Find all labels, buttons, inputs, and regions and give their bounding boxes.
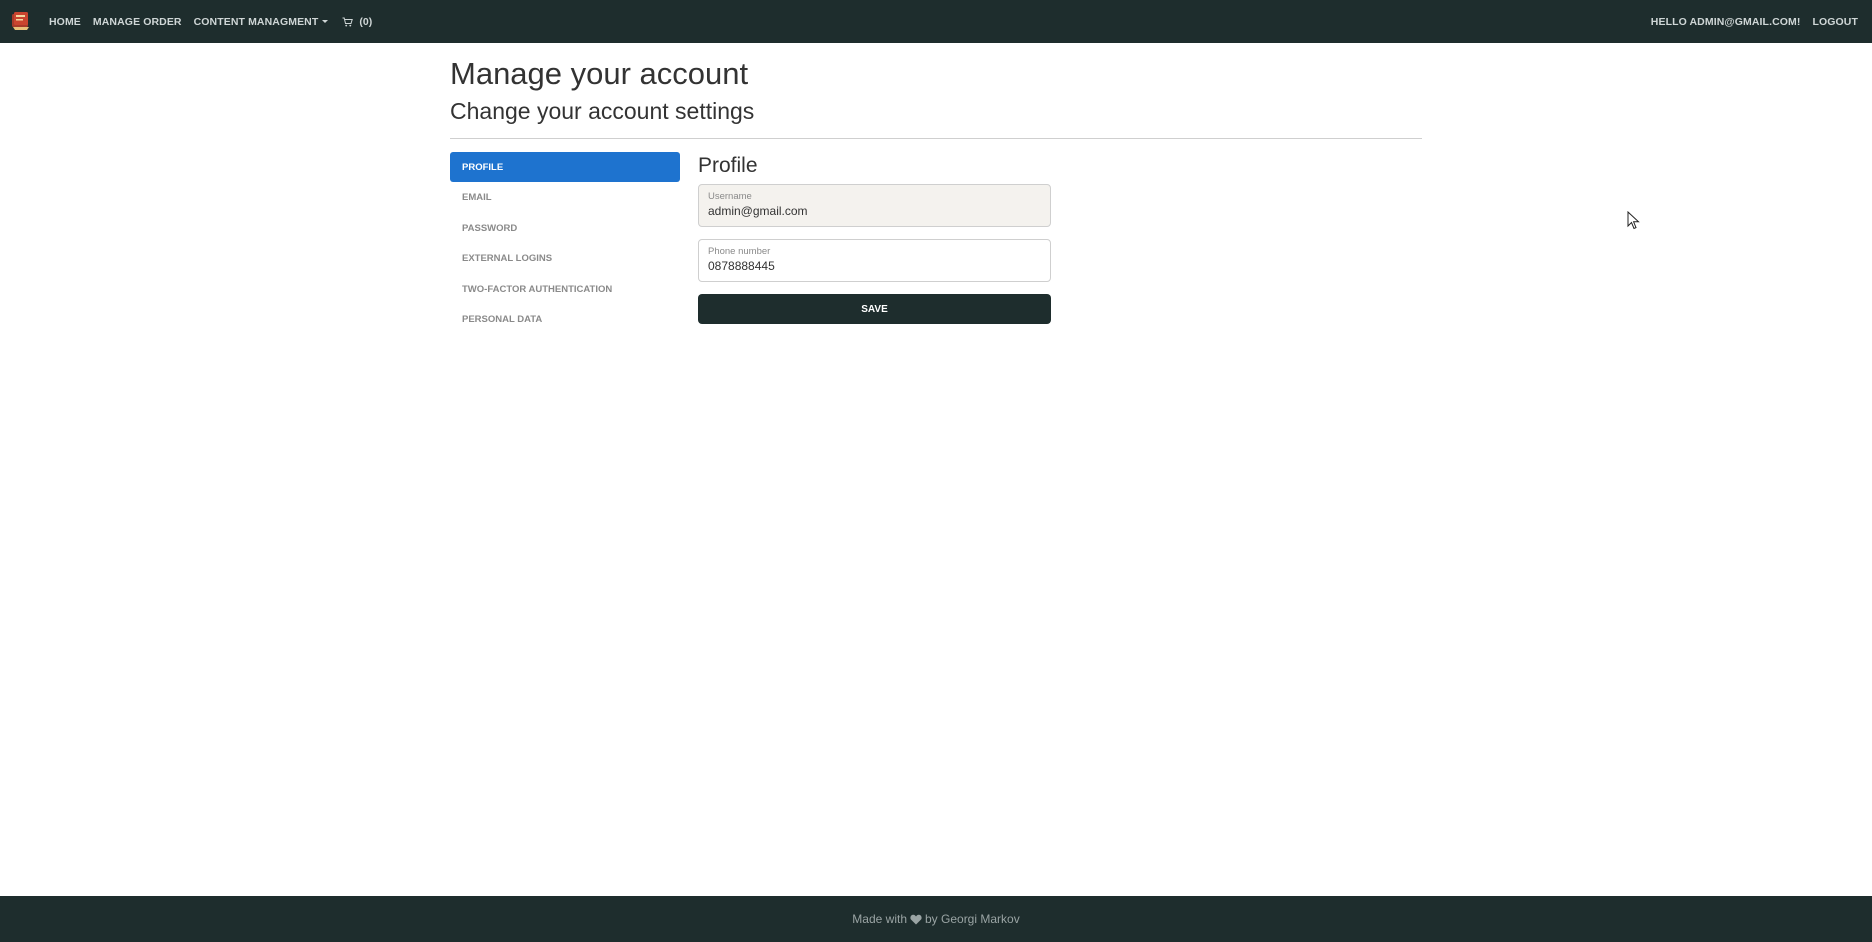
heart-icon — [910, 914, 922, 924]
page-title: Manage your account — [450, 56, 749, 91]
logout-link[interactable]: LOGOUT — [1812, 16, 1858, 28]
top-navbar: HOME MANAGE ORDER CONTENT MANAGMENT (0) … — [0, 0, 1872, 43]
cart-icon — [342, 17, 354, 26]
header-divider — [450, 138, 1422, 139]
caret-down-icon — [322, 20, 329, 24]
phone-number-input[interactable] — [708, 259, 1041, 273]
footer-text-before: Made with — [852, 912, 907, 926]
cart-count: (0) — [359, 15, 373, 28]
footer-text-after: by Georgi Markov — [925, 912, 1020, 926]
username-label: Username — [708, 191, 752, 202]
sidebar-item-email[interactable]: EMAIL — [450, 183, 680, 213]
footer: Made with by Georgi Markov — [0, 896, 1872, 942]
sidebar-item-password[interactable]: PASSWORD — [450, 213, 680, 243]
phone-number-label: Phone number — [708, 246, 771, 257]
save-button[interactable]: SAVE — [698, 294, 1051, 324]
account-sidebar: PROFILE EMAIL PASSWORD EXTERNAL LOGINS T… — [450, 152, 680, 335]
nav-content-management-dropdown[interactable]: CONTENT MANAGMENT — [194, 16, 335, 28]
mouse-pointer-icon — [1627, 211, 1640, 230]
sidebar-item-personal-data[interactable]: PERSONAL DATA — [450, 305, 680, 335]
nav-manage-order-link[interactable]: MANAGE ORDER — [93, 16, 188, 28]
user-greeting-link[interactable]: HELLO ADMIN@GMAIL.COM! — [1651, 16, 1801, 28]
book-logo-icon[interactable] — [10, 9, 32, 31]
page-subtitle: Change your account settings — [450, 98, 755, 124]
cart-link[interactable]: (0) — [342, 16, 372, 28]
nav-home-link[interactable]: HOME — [49, 16, 87, 28]
sidebar-item-profile[interactable]: PROFILE — [450, 152, 680, 182]
username-input[interactable] — [708, 204, 1041, 218]
sidebar-item-external-logins[interactable]: EXTERNAL LOGINS — [450, 244, 680, 274]
nav-content-management-label: CONTENT MANAGMENT — [193, 15, 319, 28]
username-field[interactable]: Username — [698, 184, 1051, 227]
profile-heading: Profile — [698, 154, 758, 177]
profile-form: Profile Username Phone number SAVE — [698, 153, 1051, 324]
phone-number-field[interactable]: Phone number — [698, 239, 1051, 282]
sidebar-item-two-factor-authentication[interactable]: TWO-FACTOR AUTHENTICATION — [450, 274, 680, 304]
